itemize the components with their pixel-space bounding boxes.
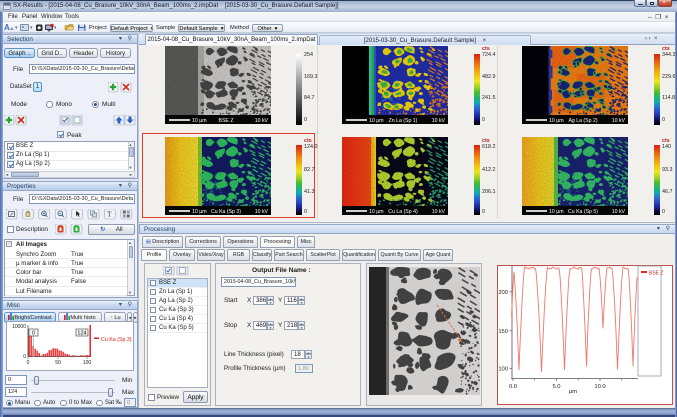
svg-text:µm: µm [569, 389, 577, 395]
svg-text:100: 100 [498, 366, 508, 372]
svg-text:200: 200 [498, 290, 508, 296]
svg-text:5.0: 5.0 [552, 384, 560, 390]
svg-text:10.0: 10.0 [594, 384, 605, 390]
svg-text:150: 150 [498, 329, 508, 335]
svg-text:0.0: 0.0 [509, 384, 517, 390]
svg-text:BSE Z: BSE Z [649, 271, 663, 277]
